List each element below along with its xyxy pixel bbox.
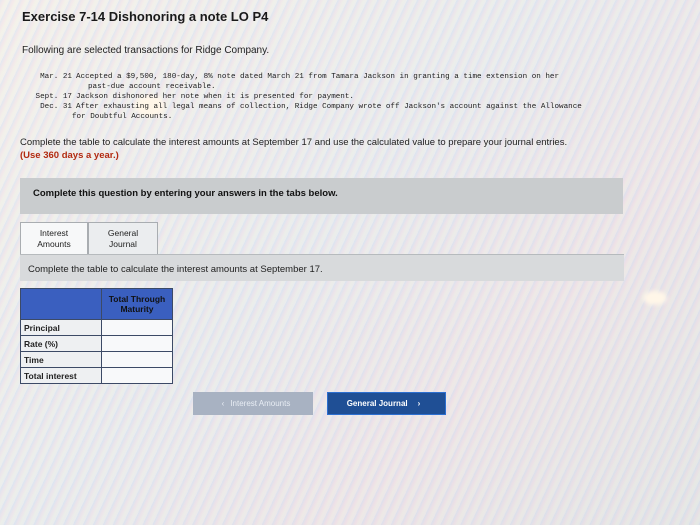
table-header-row: Total Through Maturity	[20, 288, 173, 320]
row-label-time: Time	[20, 351, 102, 368]
tab-label-line1: Interest	[39, 228, 69, 238]
principal-input[interactable]	[101, 319, 173, 336]
tab-label: Interest Amounts	[37, 228, 71, 250]
table-corner	[20, 288, 102, 320]
instruction-note: (Use 360 days a year.)	[20, 150, 119, 161]
chevron-left-icon: ‹	[221, 399, 225, 408]
total-interest-input[interactable]	[101, 367, 173, 384]
table-row: Rate (%)	[20, 335, 173, 352]
header-line1: Total Through	[108, 294, 166, 304]
transaction-row: Sept. 17 Jackson dishonored her note whe…	[20, 92, 688, 102]
tab-instruction-panel: Complete the table to calculate the inte…	[20, 254, 624, 281]
table-row: Time	[20, 351, 173, 368]
tab-label: General Journal	[108, 228, 138, 250]
transaction-row: for Doubtful Accounts.	[20, 112, 688, 122]
column-header-total-through-maturity: Total Through Maturity	[101, 288, 173, 320]
tab-general-journal[interactable]: General Journal	[88, 222, 158, 256]
tab-interest-amounts[interactable]: Interest Amounts	[20, 222, 88, 256]
table-row: Total interest	[20, 367, 173, 384]
transaction-row: Dec. 31 After exhausting all legal means…	[20, 102, 688, 112]
row-label-rate: Rate (%)	[20, 335, 102, 352]
chevron-right-icon: ›	[417, 399, 421, 408]
transaction-row: Mar. 21 Accepted a $9,500, 180-day, 8% n…	[20, 72, 688, 82]
question-panel: Complete this question by entering your …	[20, 178, 623, 214]
interest-table: Total Through Maturity Principal Rate (%…	[20, 288, 173, 384]
transaction-text: Jackson dishonored her note when it is p…	[76, 93, 354, 101]
transaction-text: past-due account receivable.	[88, 83, 216, 91]
next-button-label: General Journal	[346, 399, 408, 408]
exercise-title: Exercise 7-14 Dishonoring a note LO P4	[22, 9, 269, 24]
table-row: Principal	[20, 319, 173, 336]
header-line2: Maturity	[120, 304, 154, 314]
row-label-principal: Principal	[20, 319, 102, 336]
rate-input[interactable]	[101, 335, 173, 352]
prev-interest-amounts-button[interactable]: ‹ Interest Amounts	[193, 392, 313, 415]
tab-label-line1: General	[107, 228, 139, 238]
transaction-row: past-due account receivable.	[20, 82, 688, 92]
transaction-date: Sept. 17	[35, 93, 72, 101]
prev-button-label: Interest Amounts	[230, 399, 291, 408]
panel-heading: Complete this question by entering your …	[33, 188, 338, 199]
row-label-total-interest: Total interest	[20, 367, 102, 384]
tab-label-line2: Journal	[109, 239, 137, 249]
tab-label-line2: Amounts	[37, 239, 71, 249]
light-glare	[643, 291, 667, 305]
transaction-date: Mar. 21	[40, 73, 72, 81]
transaction-text: Accepted a $9,500, 180-day, 8% note date…	[76, 73, 560, 81]
transaction-list: Mar. 21 Accepted a $9,500, 180-day, 8% n…	[20, 72, 688, 122]
next-general-journal-button[interactable]: General Journal ›	[327, 392, 446, 415]
transaction-date: Dec. 31	[40, 103, 72, 111]
time-input[interactable]	[101, 351, 173, 368]
instruction-text: Complete the table to calculate the inte…	[20, 137, 568, 148]
tab-instruction-text: Complete the table to calculate the inte…	[28, 264, 323, 275]
transaction-text: After exhausting all legal means of coll…	[76, 103, 582, 111]
intro-text: Following are selected transactions for …	[22, 45, 270, 56]
transaction-text: for Doubtful Accounts.	[72, 113, 173, 121]
